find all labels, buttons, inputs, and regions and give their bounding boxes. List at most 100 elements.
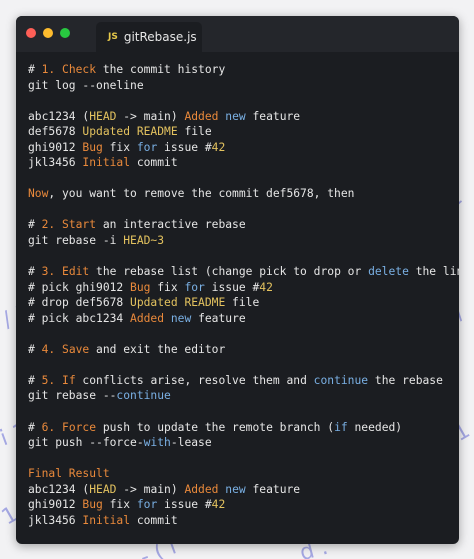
code-token: # pick abc1234 <box>28 311 131 325</box>
code-line: # drop def5678 Updated README file <box>28 295 459 311</box>
code-token: 5. If <box>41 373 76 387</box>
code-token: abc1234 ( <box>28 482 90 496</box>
code-line: git log --oneline <box>28 78 459 94</box>
code-token: jkl3456 <box>28 156 83 170</box>
code-token: continue <box>313 373 369 387</box>
code-token: git push --force- <box>28 436 144 450</box>
code-token: 42 <box>211 140 226 154</box>
code-token: new <box>225 109 246 123</box>
code-line: # 6. Force push to update the remote bra… <box>28 420 459 436</box>
code-token: Added <box>184 482 219 496</box>
code-token: # <box>28 420 42 434</box>
code-token: Bug <box>130 280 151 294</box>
code-token: # <box>28 265 42 279</box>
code-token: for <box>136 498 158 512</box>
code-token: Added <box>184 109 219 123</box>
code-token: new <box>225 482 246 496</box>
code-token: 2. Start <box>41 218 97 232</box>
code-token: continue <box>116 389 171 403</box>
code-token: fix <box>102 498 137 512</box>
code-line: git rebase --continue <box>28 388 459 404</box>
code-token: , you want to remove the commit def5678,… <box>48 187 355 201</box>
code-line: # pick ghi9012 Bug fix for issue #42 <box>28 280 459 296</box>
code-token: -lease <box>170 436 212 450</box>
code-token: 4. Save <box>41 342 90 356</box>
code-token: issue # <box>157 498 212 512</box>
code-token: # <box>28 218 42 232</box>
code-token: fix <box>102 140 137 154</box>
code-token: # <box>28 63 42 76</box>
code-token: commit <box>130 513 178 527</box>
code-token: # pick ghi9012 <box>28 280 131 294</box>
code-line: jkl3456 Initial commit <box>28 155 459 171</box>
code-token: # drop def5678 <box>28 296 131 310</box>
code-editor[interactable]: # 1. Check the commit history git log --o… <box>16 52 459 528</box>
code-token: for <box>136 140 158 154</box>
code-token: an interactive rebase <box>96 218 246 232</box>
code-token: 42 <box>259 280 273 294</box>
code-token: push to update the remote branch ( <box>96 420 335 434</box>
code-token: HEAD <box>89 482 117 496</box>
code-line: abc1234 (HEAD -> main) Added new feature <box>28 109 459 125</box>
code-line: # pick abc1234 Added new feature <box>28 311 459 327</box>
code-token: 3. Edit <box>41 265 90 279</box>
minimize-dot-icon[interactable] <box>43 28 53 38</box>
code-token: the rebase list (change pick to drop or <box>89 265 369 279</box>
code-line: ghi9012 Bug fix for issue #42 <box>28 140 459 156</box>
code-line: def5678 Updated README file <box>28 124 459 140</box>
code-token: def5678 <box>28 125 83 139</box>
code-token: feature <box>245 109 301 123</box>
maximize-dot-icon[interactable] <box>60 28 70 38</box>
code-token: commit <box>130 156 178 170</box>
code-token: Bug <box>82 140 103 154</box>
code-token: and exit the editor <box>89 342 226 356</box>
code-token: Now <box>28 187 49 201</box>
code-token: ghi9012 <box>28 140 83 154</box>
code-line: abc1234 (HEAD -> main) Added new feature <box>28 482 459 498</box>
code-token: abc1234 ( <box>28 109 90 123</box>
code-token: jkl3456 <box>28 513 83 527</box>
javascript-file-icon: JS <box>108 32 118 42</box>
code-token: new <box>170 311 192 325</box>
code-token: Initial <box>82 156 131 170</box>
code-token: fix <box>150 280 185 294</box>
code-line: # 2. Start an interactive rebase <box>28 217 459 233</box>
code-token: feature <box>191 311 246 325</box>
code-token: Updated README <box>82 125 178 139</box>
file-tab-label: gitRebase.js <box>123 30 197 44</box>
file-tab[interactable]: JS gitRebase.js <box>96 22 202 52</box>
code-token: conflicts arise, resolve them and <box>75 373 314 387</box>
code-token: # <box>28 373 42 387</box>
code-token: # <box>28 342 42 356</box>
code-line: ghi9012 Bug fix for issue #42 <box>28 497 459 513</box>
code-token: git rebase -- <box>28 389 117 403</box>
code-token: 1. Check <box>41 63 97 76</box>
code-token: the line) <box>415 265 459 279</box>
code-token: delete <box>368 265 409 279</box>
code-token: Bug <box>82 498 103 512</box>
code-token: 6. Force <box>41 420 97 434</box>
code-line: # 3. Edit the rebase list (change pick t… <box>28 264 459 280</box>
code-token: the rebase <box>368 373 443 387</box>
code-token: issue # <box>157 140 212 154</box>
code-line: # 5. If conflicts arise, resolve them an… <box>28 373 459 389</box>
code-token: HEAD <box>89 109 117 123</box>
code-token: with <box>143 436 171 450</box>
code-token: git log --oneline <box>28 78 144 92</box>
code-token: for <box>184 280 205 294</box>
code-line: jkl3456 Initial commit <box>28 513 459 529</box>
close-dot-icon[interactable] <box>26 28 36 38</box>
code-token: git rebase -i <box>28 234 124 248</box>
code-token: needed) <box>347 420 403 434</box>
code-token: -> main) <box>116 109 185 123</box>
code-token: file <box>177 125 212 139</box>
code-token: 42 <box>211 498 226 512</box>
code-token: ghi9012 <box>28 498 83 512</box>
